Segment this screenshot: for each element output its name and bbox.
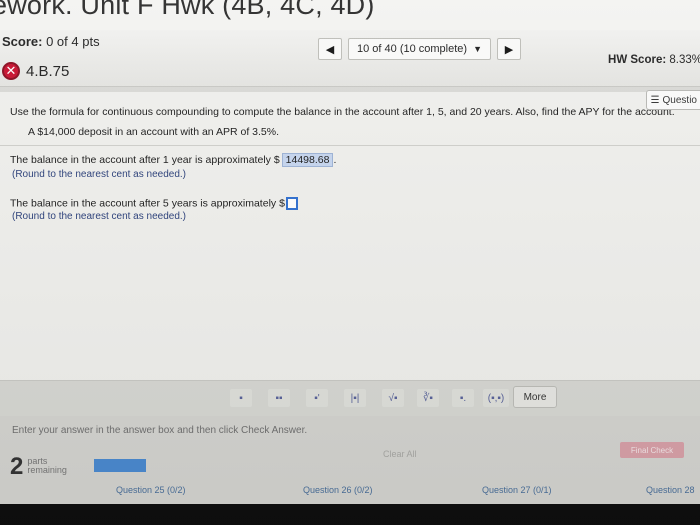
parts-label-line-2: remaining	[27, 465, 67, 475]
question-prompt: Use the formula for continuous compoundi…	[10, 106, 675, 118]
question-26-link[interactable]: Question 26 (0/2)	[303, 485, 373, 495]
fraction-tool[interactable]: ▪	[230, 389, 252, 407]
clear-all-button[interactable]: Clear All	[383, 449, 417, 459]
next-question-button[interactable]: ▶	[497, 38, 521, 60]
answer-line-2: The balance in the account after 5 years…	[10, 197, 298, 210]
previous-arrow-icon: ◀	[325, 43, 335, 56]
parts-remaining: 2 parts remaining	[10, 455, 67, 479]
hw-score-value: 8.33%	[669, 54, 700, 66]
incorrect-x-icon: ✕	[2, 62, 20, 80]
parts-label: parts remaining	[27, 455, 67, 475]
answer-line-1-text: The balance in the account after 1 year …	[10, 154, 280, 166]
question-position: 10 of 40 (10 complete)	[357, 43, 468, 55]
question-28-link[interactable]: Question 28	[646, 485, 695, 495]
answer-1-suffix: .	[333, 154, 337, 166]
ordered-pair-tool[interactable]: (▪,▪)	[483, 389, 509, 407]
page-title: ework. Unit F Hwk (4B, 4C, 4D)	[0, 0, 375, 20]
score: Score: 0 of 4 pts	[2, 34, 100, 49]
page-title-strip: ework. Unit F Hwk (4B, 4C, 4D)	[0, 0, 700, 30]
chevron-down-icon: ▼	[473, 44, 482, 54]
square-root-tool[interactable]: √▪	[382, 389, 404, 407]
next-arrow-icon: ▶	[504, 43, 514, 56]
exponent-tool[interactable]: ▪'	[306, 389, 328, 407]
score-label: Score:	[2, 34, 43, 49]
cube-root-tool[interactable]: ∛▪	[417, 389, 439, 407]
more-tools-button[interactable]: More	[513, 386, 557, 408]
parts-progress-bar	[94, 459, 146, 472]
answer-line-1: The balance in the account after 1 year …	[10, 153, 336, 167]
math-palette: ▪ ▪▪ ▪' |▪| √▪ ∛▪ ▪. (▪,▪) More	[0, 380, 700, 417]
assignment-toolbar: Score: 0 of 4 pts ◀ 10 of 40 (10 complet…	[0, 30, 700, 87]
check-answer-button[interactable]: Final Check	[620, 442, 684, 458]
question-number: 4.B.75	[26, 62, 70, 80]
question-content: Use the formula for continuous compoundi…	[0, 92, 700, 380]
question-27-link[interactable]: Question 27 (0/1)	[482, 485, 552, 495]
hint-2: (Round to the nearest cent as needed.)	[12, 211, 187, 222]
question-id: ✕ 4.B.75	[2, 62, 69, 80]
answer-line-2-text: The balance in the account after 5 years…	[10, 197, 285, 210]
answer-2-input[interactable]	[285, 197, 298, 210]
decimal-tool[interactable]: ▪.	[452, 389, 474, 407]
answer-1-value[interactable]: 14498.68	[281, 153, 334, 167]
question-25-link[interactable]: Question 25 (0/2)	[116, 485, 186, 495]
parts-count: 2	[10, 453, 24, 480]
hint-1: (Round to the nearest cent as needed.)	[12, 169, 187, 180]
hw-score-label: HW Score:	[608, 54, 667, 66]
question-list-label: Questio	[662, 94, 697, 106]
absolute-value-tool[interactable]: |▪|	[344, 389, 366, 407]
instructions-text: Enter your answer in the answer box and …	[12, 425, 308, 436]
answer-footer: Enter your answer in the answer box and …	[0, 416, 700, 504]
question-scenario: A $14,000 deposit in an account with an …	[28, 126, 280, 138]
content-divider	[0, 145, 700, 146]
question-list-button[interactable]: ☰ Questio	[645, 90, 700, 110]
score-value: 0 of 4 pts	[46, 34, 100, 49]
hw-score: HW Score: 8.33%	[608, 54, 700, 66]
question-select[interactable]: 10 of 40 (10 complete) ▼	[348, 38, 491, 60]
mixed-number-tool[interactable]: ▪▪	[268, 389, 290, 407]
previous-question-button[interactable]: ◀	[318, 38, 342, 60]
list-icon: ☰	[650, 94, 660, 106]
screen-bezel	[0, 504, 700, 525]
question-navigator: ◀ 10 of 40 (10 complete) ▼ ▶	[318, 38, 521, 60]
